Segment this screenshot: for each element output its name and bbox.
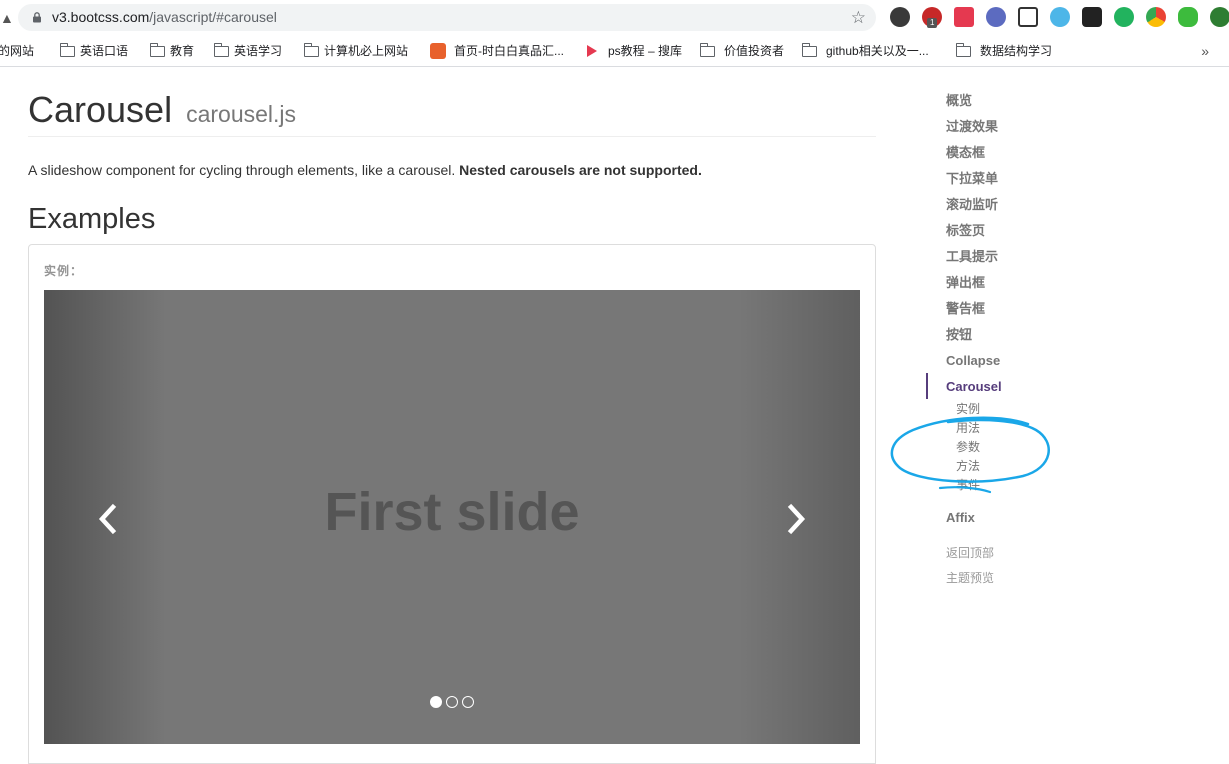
lock-icon (33, 12, 41, 23)
extension-n-icon[interactable] (1114, 7, 1134, 27)
folder-icon (150, 43, 165, 57)
sidebar-item-collapse[interactable]: Collapse (946, 351, 1000, 371)
url-host: v3.bootcss.com (52, 9, 150, 25)
extension-chat-icon[interactable] (1178, 7, 1198, 27)
folder-icon (304, 43, 319, 57)
folder-icon (802, 43, 817, 57)
bookmark-folder[interactable]: 教育 (150, 41, 205, 61)
folder-icon (700, 43, 715, 57)
extension-e-icon[interactable] (890, 7, 910, 27)
bookmark-label: 玩的网站 (0, 44, 35, 58)
carousel-indicator-3[interactable] (462, 696, 474, 708)
extension-graph-icon[interactable] (1018, 7, 1038, 27)
sidebar-item-carousel[interactable]: Carousel (946, 377, 1002, 397)
page-title-text: Carousel (28, 89, 173, 130)
bookmark-label: 首页-时白白真品汇... (454, 44, 564, 58)
sidebar-subitem-usage[interactable]: 用法 (956, 420, 980, 436)
sidebar-subitem-examples[interactable]: 实例 (956, 401, 980, 417)
carousel-indicator-2[interactable] (446, 696, 458, 708)
extension-red-icon[interactable] (954, 7, 974, 27)
url-path: /javascript/#carousel (149, 9, 277, 25)
url-text[interactable]: v3.bootcss.com/javascript/#carousel (52, 9, 277, 26)
carousel-prev-chevron-icon[interactable] (96, 503, 120, 535)
soku-icon (587, 45, 597, 57)
sidebar-item-alerts[interactable]: 警告框 (946, 299, 985, 319)
page-header: Carousel carousel.js (28, 90, 876, 137)
folder-icon (214, 43, 229, 57)
extension-green-icon[interactable] (1210, 7, 1229, 27)
browser-toolbar: ▲ v3.bootcss.com/javascript/#carousel ☆ … (0, 0, 1229, 36)
sidebar-item-popovers[interactable]: 弹出框 (946, 273, 985, 293)
extension-chrome-icon[interactable] (1146, 7, 1166, 27)
sidebar-item-modal[interactable]: 模态框 (946, 143, 985, 163)
bookmark-folder[interactable]: github相关以及一... (802, 41, 947, 61)
sidebar-subitem-events[interactable]: 事件 (956, 477, 980, 493)
extension-check-icon[interactable] (986, 7, 1006, 27)
page-content: Carousel carousel.js A slideshow compone… (0, 68, 1229, 764)
example-label: 实例： (44, 264, 84, 278)
folder-icon (956, 43, 971, 57)
sidebar-item-scrollspy[interactable]: 滚动监听 (946, 195, 998, 215)
bookmark-folder[interactable]: 英语学习 (214, 41, 294, 61)
address-bar[interactable]: v3.bootcss.com/javascript/#carousel ☆ (18, 4, 876, 31)
bookmark-star-icon[interactable]: ☆ (851, 8, 866, 27)
back-arrow-icon[interactable]: ▲ (0, 9, 14, 27)
bookmark-folder[interactable]: 价值投资者 (700, 41, 795, 61)
section-title: Examples (28, 203, 156, 235)
bookmark-label: 价值投资者 (724, 44, 785, 58)
bookmark-label: 教育 (170, 44, 195, 58)
sidebar-item-tabs[interactable]: 标签页 (946, 221, 985, 241)
sidebar-item-affix[interactable]: Affix (946, 508, 975, 528)
carousel-next-chevron-icon[interactable] (784, 503, 808, 535)
sidebar-item-buttons[interactable]: 按钮 (946, 325, 972, 345)
intro-paragraph: A slideshow component for cycling throug… (28, 160, 702, 180)
bookmark-label: github相关以及一... (826, 44, 929, 58)
sidebar-subitem-options[interactable]: 参数 (956, 439, 980, 455)
bookmarks-bar: 玩的网站 英语口语 教育 英语学习 计算机必上网站 首页-时白白真品汇... p… (0, 36, 1229, 67)
bookmark-folder[interactable]: 计算机必上网站 (304, 41, 419, 61)
slide-caption: First slide (324, 482, 580, 542)
bookmark-label: 计算机必上网站 (324, 44, 409, 58)
extension-cat-icon[interactable] (1050, 7, 1070, 27)
more-bookmarks-chevron-icon[interactable]: » (1201, 41, 1209, 61)
page-title-sub: carousel.js (186, 101, 297, 127)
bookmark-link[interactable]: 首页-时白白真品汇... (430, 41, 575, 61)
carousel[interactable]: First slide (44, 290, 860, 744)
carousel-indicator-1[interactable] (430, 696, 442, 708)
intro-bold-text: Nested carousels are not supported. (459, 162, 702, 178)
active-indicator-bar (926, 373, 928, 399)
bookmark-link[interactable]: ps教程 – 搜库 (585, 41, 690, 61)
adblock-badge: 1 (927, 18, 938, 28)
bookmark-label: ps教程 – 搜库 (608, 44, 683, 58)
sidebar-item-overview[interactable]: 概览 (946, 91, 972, 111)
theme-preview-link[interactable]: 主题预览 (946, 569, 994, 587)
sidebar-item-transitions[interactable]: 过渡效果 (946, 117, 998, 137)
adblock-icon[interactable]: 1 (922, 7, 942, 28)
folder-icon (60, 43, 75, 57)
sidebar-item-dropdowns[interactable]: 下拉菜单 (946, 169, 998, 189)
sidebar-subitem-methods[interactable]: 方法 (956, 458, 980, 474)
bookmark-label: 英语口语 (80, 44, 129, 58)
bookmark-folder[interactable]: 英语口语 (60, 41, 140, 61)
extension-dark-icon[interactable] (1082, 7, 1102, 27)
example-box: 实例： First slide (28, 244, 876, 764)
bookmark-label: 数据结构学习 (980, 44, 1053, 58)
back-to-top-link[interactable]: 返回顶部 (946, 544, 994, 562)
intro-text: A slideshow component for cycling throug… (28, 162, 460, 178)
bookmark-folder[interactable]: 数据结构学习 (956, 41, 1066, 61)
sidebar-item-tooltips[interactable]: 工具提示 (946, 247, 998, 267)
page-title: Carousel carousel.js (28, 90, 296, 134)
shop-icon (430, 43, 446, 59)
bookmark-label: 英语学习 (234, 44, 283, 58)
